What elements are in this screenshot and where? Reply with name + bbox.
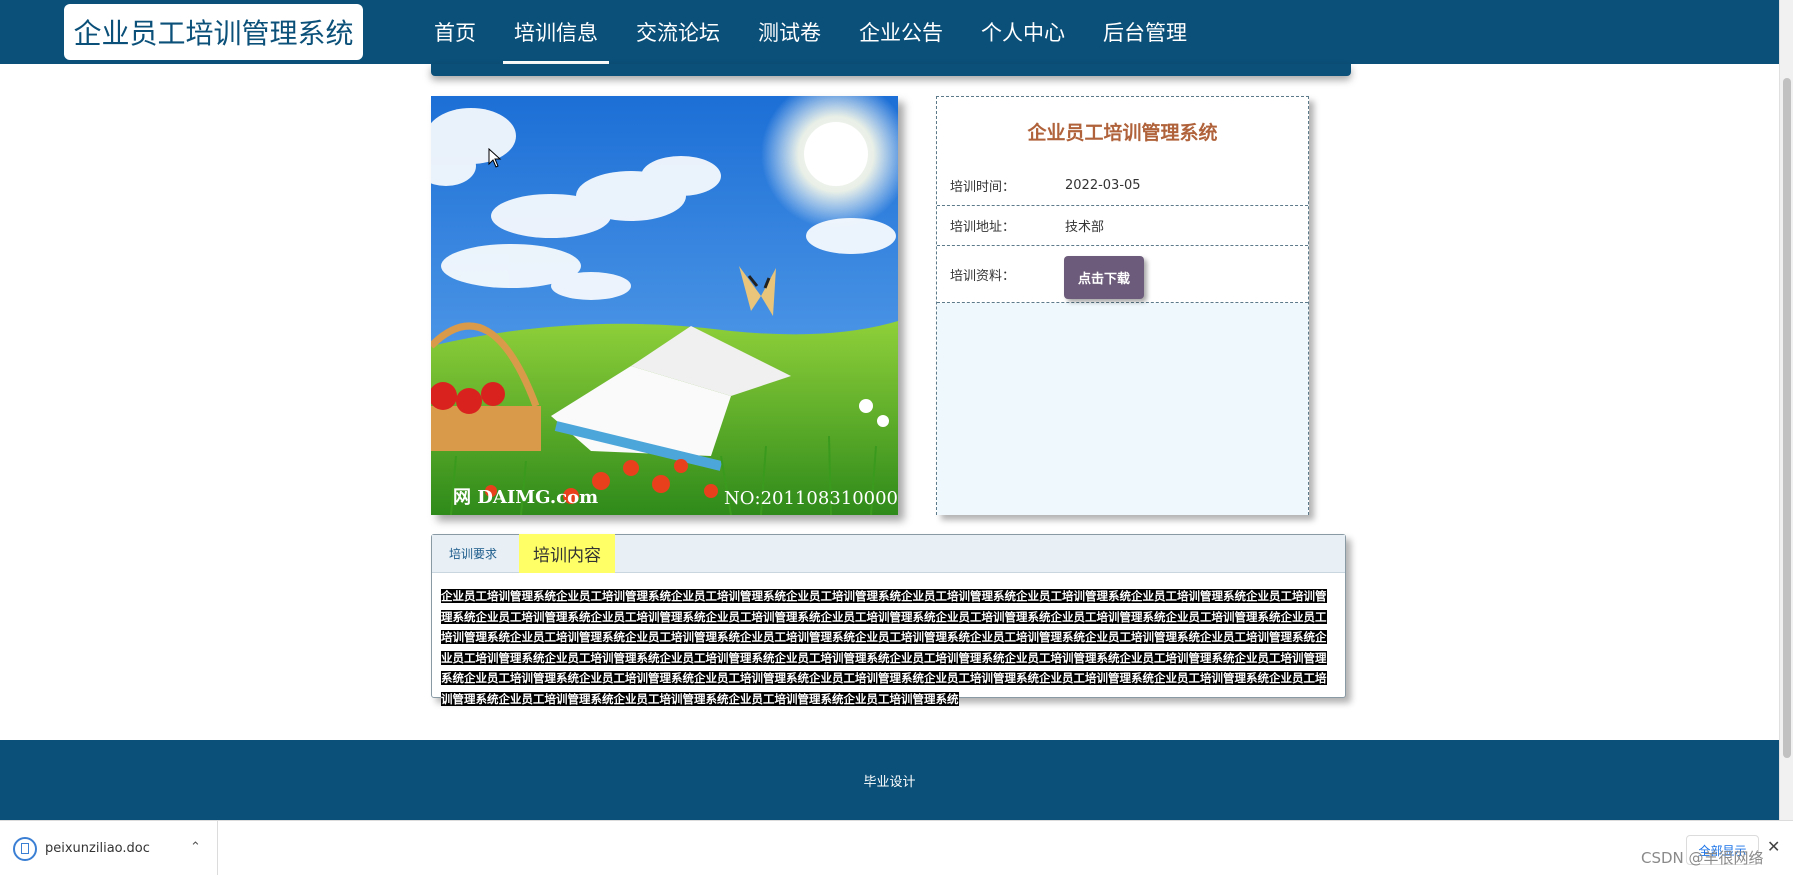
- scrollbar-thumb[interactable]: [1783, 78, 1791, 758]
- panel-blank-area: [937, 303, 1308, 515]
- nav-exam[interactable]: 测试卷: [739, 0, 840, 64]
- page: 企业员工培训管理系统 首页 培训信息 交流论坛 测试卷 企业公告 个人中心 后台…: [0, 0, 1793, 875]
- training-time-value: 2022-03-05: [1065, 177, 1141, 193]
- training-time-row: 培训时间： 2022-03-05: [937, 165, 1308, 206]
- training-info-panel: 企业员工培训管理系统 培训时间： 2022-03-05 培训地址： 技术部 培训…: [936, 96, 1309, 515]
- training-address-label: 培训地址：: [950, 220, 1016, 235]
- nav-announcements[interactable]: 企业公告: [840, 0, 962, 64]
- training-material-row: 培训资料： 点击下载: [937, 246, 1308, 303]
- download-filename: peixunziliao.doc: [45, 841, 150, 856]
- tab-body: 企业员工培训管理系统企业员工培训管理系统企业员工培训管理系统企业员工培训管理系统…: [432, 573, 1345, 709]
- document-icon: [13, 836, 37, 861]
- training-content-text: 企业员工培训管理系统企业员工培训管理系统企业员工培训管理系统企业员工培训管理系统…: [441, 589, 1327, 706]
- chevron-up-icon[interactable]: ⌃: [190, 840, 201, 855]
- nav-home[interactable]: 首页: [415, 0, 495, 64]
- tab-requirements[interactable]: 培训要求: [449, 545, 497, 562]
- content-top-bar: [431, 64, 1351, 76]
- image-watermark-left: 网 DAIMG.com: [453, 487, 599, 508]
- tab-content[interactable]: 培训内容: [519, 534, 616, 573]
- training-address-row: 培训地址： 技术部: [937, 206, 1308, 246]
- top-navbar: 企业员工培训管理系统 首页 培训信息 交流论坛 测试卷 企业公告 个人中心 后台…: [0, 0, 1779, 64]
- training-time-label: 培训时间：: [950, 179, 1016, 195]
- nav-training-info[interactable]: 培训信息: [495, 0, 617, 64]
- footer-text: 毕业设计: [863, 774, 916, 790]
- page-scrollbar[interactable]: [1779, 0, 1793, 820]
- nav-forum[interactable]: 交流论坛: [617, 0, 739, 64]
- training-address-value: 技术部: [1065, 220, 1105, 235]
- image-watermark-right: NO:201108310000: [724, 488, 898, 509]
- browser-download-bar: peixunziliao.doc ⌃ 全部显示 CSDN @羊很网络 ✕: [0, 820, 1793, 875]
- training-detail-tabs: 培训要求 培训内容 企业员工培训管理系统企业员工培训管理系统企业员工培训管理系统…: [431, 534, 1346, 706]
- mouse-cursor-icon: [488, 148, 502, 168]
- main-nav: 首页 培训信息 交流论坛 测试卷 企业公告 个人中心 后台管理: [415, 0, 1206, 64]
- download-button[interactable]: 点击下载: [1064, 255, 1145, 299]
- nav-admin[interactable]: 后台管理: [1084, 0, 1206, 64]
- site-footer: 毕业设计: [0, 740, 1779, 820]
- nav-profile[interactable]: 个人中心: [962, 0, 1084, 64]
- training-material-label: 培训资料：: [950, 268, 1016, 284]
- download-item[interactable]: peixunziliao.doc ⌃: [0, 821, 218, 875]
- csdn-watermark: CSDN @羊很网络: [1641, 849, 1764, 867]
- panel-title: 企业员工培训管理系统: [1027, 121, 1218, 144]
- site-logo[interactable]: 企业员工培训管理系统: [64, 4, 363, 60]
- tab-header: 培训要求 培训内容: [432, 534, 1345, 573]
- close-icon[interactable]: ✕: [1767, 837, 1780, 856]
